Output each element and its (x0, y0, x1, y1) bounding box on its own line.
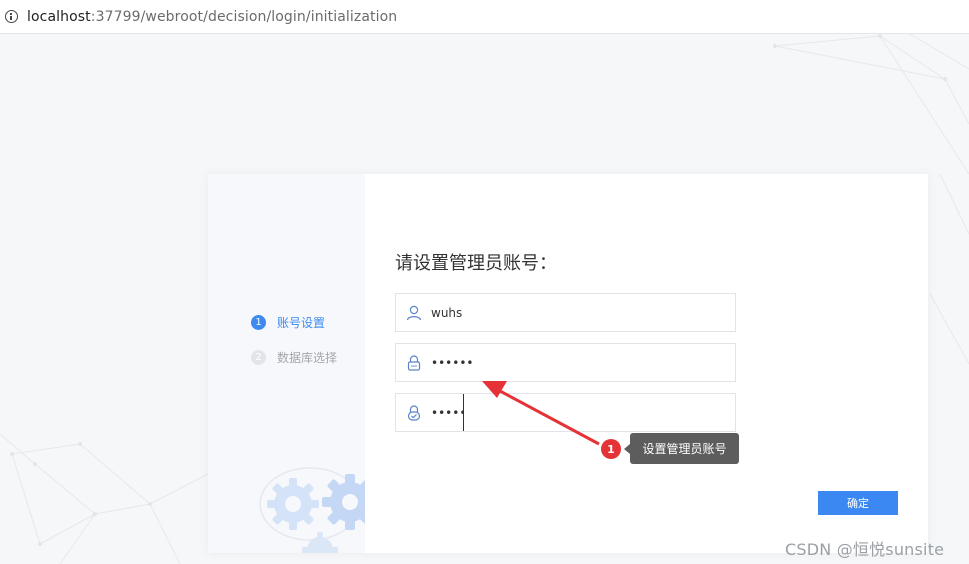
watermark: CSDN @恒悦sunsite (785, 540, 945, 559)
annotation-number-badge: 1 (601, 439, 621, 459)
username-input[interactable] (431, 294, 721, 331)
info-icon[interactable] (5, 10, 18, 23)
confirm-button[interactable]: 确定 (818, 491, 898, 515)
step-number: 1 (251, 315, 266, 330)
lock-icon (407, 355, 421, 371)
username-field[interactable] (395, 293, 736, 332)
address-bar[interactable]: localhost:37799/webroot/decision/login/i… (0, 0, 969, 34)
user-icon (406, 305, 422, 321)
steps-panel: 1 账号设置 2 数据库选择 (208, 174, 365, 553)
password-input[interactable] (431, 344, 721, 381)
form-title: 请设置管理员账号： (395, 253, 557, 274)
step-number: 2 (251, 350, 266, 365)
annotation-tooltip: 设置管理员账号 (624, 433, 739, 464)
password-field[interactable] (395, 343, 736, 382)
step-label: 账号设置 (277, 316, 326, 330)
gears-illustration (259, 467, 365, 553)
confirm-password-input[interactable] (431, 394, 464, 431)
confirm-password-field[interactable] (395, 393, 736, 432)
setup-card: 1 账号设置 2 数据库选择 请设置管理员账号： wuhs •••••• •••… (208, 174, 928, 553)
url-host: localhost (27, 8, 91, 25)
step-label: 数据库选择 (277, 351, 338, 365)
address-url[interactable]: localhost:37799/webroot/decision/login/i… (27, 9, 397, 25)
step-database-selection[interactable]: 2 数据库选择 (251, 349, 337, 366)
url-path: :37799/webroot/decision/login/initializa… (90, 8, 398, 25)
step-account-settings[interactable]: 1 账号设置 (251, 314, 325, 331)
shield-lock-icon (407, 405, 421, 421)
